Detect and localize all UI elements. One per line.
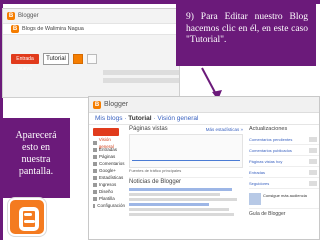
blogger-logo-icon: B [7,12,15,20]
blogger-dashboard-screenshot: B Blogger B Blogs de Walimira Nagua Entr… [2,8,180,98]
blogger-brand: Blogger [104,101,129,108]
blogger-topbar: B Blogger [3,9,179,23]
blog-owner-title: Blogs de Walimira Nagua [22,26,84,32]
tutorial-overview-screenshot: B Blogger Mis blogs · Tutorial · Visión … [88,96,320,240]
traffic-sources-label: Fuentes de tráfico principales [129,168,182,173]
blog-list-header: B Blogs de Walimira Nagua [3,23,179,35]
blogger-logo-icon: B [93,100,101,109]
update-item[interactable]: Comentarios pendientes [249,134,319,145]
update-item[interactable]: Páginas vistas hoy [249,156,319,167]
blog-icon: B [11,25,19,33]
blogger-news-title: Noticias de Blogger [129,177,243,186]
update-item[interactable]: Seguidores [249,178,319,189]
blog-actions: Entrada nueva Tutorial [11,53,97,72]
view-blog-icon[interactable] [87,54,97,64]
sidebar-item-settings[interactable]: Configuración [93,202,125,209]
dashboard-topbar: B Blogger [89,97,319,113]
dashboard-main: Páginas vistas Más estadísticas » Fuente… [129,125,243,239]
blogger-logo-icon [8,198,46,236]
pageviews-chart [129,134,243,168]
overview-label: Visión general [157,115,199,122]
pageviews-header: Páginas vistas Más estadísticas » [129,125,243,134]
sidebar-item-google-plus[interactable]: Google+ [93,167,125,174]
breadcrumb: Mis blogs · Tutorial · Visión general [89,113,319,125]
promo-text: Consigue más audiencia [263,193,307,198]
update-item[interactable]: Comentarios publicados [249,145,319,156]
blogger-guide-link[interactable]: Guía de Blogger [249,208,319,217]
instruction-callout-top-right: 9) Para Editar nuestro Blog hacemos clic… [176,4,316,66]
sidebar-item-template[interactable]: Plantilla [93,195,125,202]
audience-promo[interactable]: Consigue más audiencia [249,193,319,205]
sidebar-item-earnings[interactable]: Ingresos [93,181,125,188]
dashboard-sidebar: Visión general Entradas Páginas Comentar… [89,125,125,239]
blogger-news-list [129,188,243,216]
blog-list-area [103,67,179,86]
sidebar-item-layout[interactable]: Diseño [93,188,125,195]
sidebar-item-pages[interactable]: Páginas [93,153,125,160]
sidebar-item-overview[interactable]: Visión general [93,137,125,149]
edit-posts-icon[interactable] [73,54,83,64]
new-post-button[interactable]: Entrada nueva [11,54,39,72]
blog-title: Tutorial [128,115,152,122]
updates-panel: Actualizaciones Comentarios pendientes C… [249,125,319,239]
more-stats-link[interactable]: Más estadísticas » [206,125,243,134]
my-blogs-link[interactable]: Mis blogs [95,115,122,122]
sidebar-item-comments[interactable]: Comentarios [93,160,125,167]
blogger-brand: Blogger [18,13,39,19]
instruction-callout-left: Aparecerá esto en nuestra pantalla. [2,118,70,198]
updates-title: Actualizaciones [249,126,288,132]
promo-thumbnail [249,193,261,205]
update-item[interactable]: Entradas [249,167,319,178]
sidebar-item-stats[interactable]: Estadísticas [93,174,125,181]
tutorial-blog-link[interactable]: Tutorial [43,53,69,65]
